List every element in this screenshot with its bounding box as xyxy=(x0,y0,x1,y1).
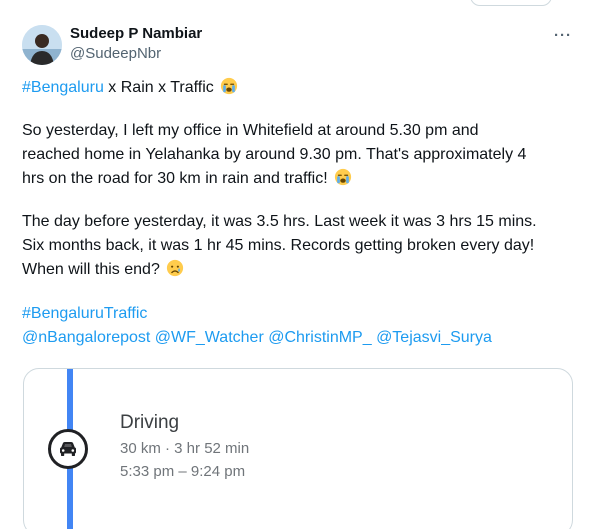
hashtag-bengaluru-traffic[interactable]: #BengaluruTraffic xyxy=(22,305,147,322)
paragraph-3-line-3: When will this end? xyxy=(22,261,165,278)
crying-face-icon xyxy=(167,259,184,277)
hashtag-bengaluru[interactable]: #Bengaluru xyxy=(22,79,104,96)
author-display-name[interactable]: Sudeep P Nambiar xyxy=(70,25,202,43)
map-route-media[interactable]: Driving 30 km · 3 hr 52 min 5:33 pm – 9:… xyxy=(23,368,573,529)
paragraph-2-line-1: So yesterday, I left my office in Whitef… xyxy=(22,122,479,139)
more-options-button[interactable]: ··· xyxy=(552,26,574,44)
paragraph-3-line-2: Six months back, it was 1 hr 45 mins. Re… xyxy=(22,237,535,254)
more-options-icon: ··· xyxy=(554,26,572,44)
time-range: 5:33 pm – 9:24 pm xyxy=(120,463,246,480)
distance-duration: 30 km · 3 hr 52 min xyxy=(120,440,250,457)
mention-nbangalorepost[interactable]: @nBangalorepost xyxy=(22,329,150,346)
paragraph-3-line-1: The day before yesterday, it was 3.5 hrs… xyxy=(22,213,537,230)
car-glyph xyxy=(60,442,76,456)
avatar[interactable] xyxy=(22,25,62,65)
tweet-text: #Bengaluru x Rain x Traffic So yesterday… xyxy=(22,76,582,350)
previous-card-edge xyxy=(470,0,552,6)
loudly-crying-face-icon xyxy=(221,77,238,95)
tweet-mentions-line: @nBangalorepost @WF_Watcher @ChristinMP_… xyxy=(22,326,582,350)
tweet-paragraph-3: The day before yesterday, it was 3.5 hrs… xyxy=(22,210,582,282)
author-handle[interactable]: @SudeepNbr xyxy=(70,45,161,63)
tweet-line-1-text: x Rain x Traffic xyxy=(103,79,219,96)
mention-christinmp[interactable]: @ChristinMP_ xyxy=(268,329,371,346)
tweet-line-1: #Bengaluru x Rain x Traffic xyxy=(22,76,582,100)
paragraph-2-line-2: reached home in Yelahanka by around 9.30… xyxy=(22,146,527,163)
avatar-image xyxy=(22,25,62,65)
mention-tejasvi-surya[interactable]: @Tejasvi_Surya xyxy=(376,329,492,346)
loudly-crying-face-icon xyxy=(334,168,352,186)
mention-wf-watcher[interactable]: @WF_Watcher xyxy=(155,329,264,346)
paragraph-2-line-3: hrs on the road for 30 km in rain and tr… xyxy=(22,170,333,187)
travel-mode-label: Driving xyxy=(120,412,180,433)
car-icon xyxy=(48,429,88,469)
tweet-paragraph-2: So yesterday, I left my office in Whitef… xyxy=(22,119,582,191)
tweet-hashtags-line: #BengaluruTraffic xyxy=(22,302,582,326)
